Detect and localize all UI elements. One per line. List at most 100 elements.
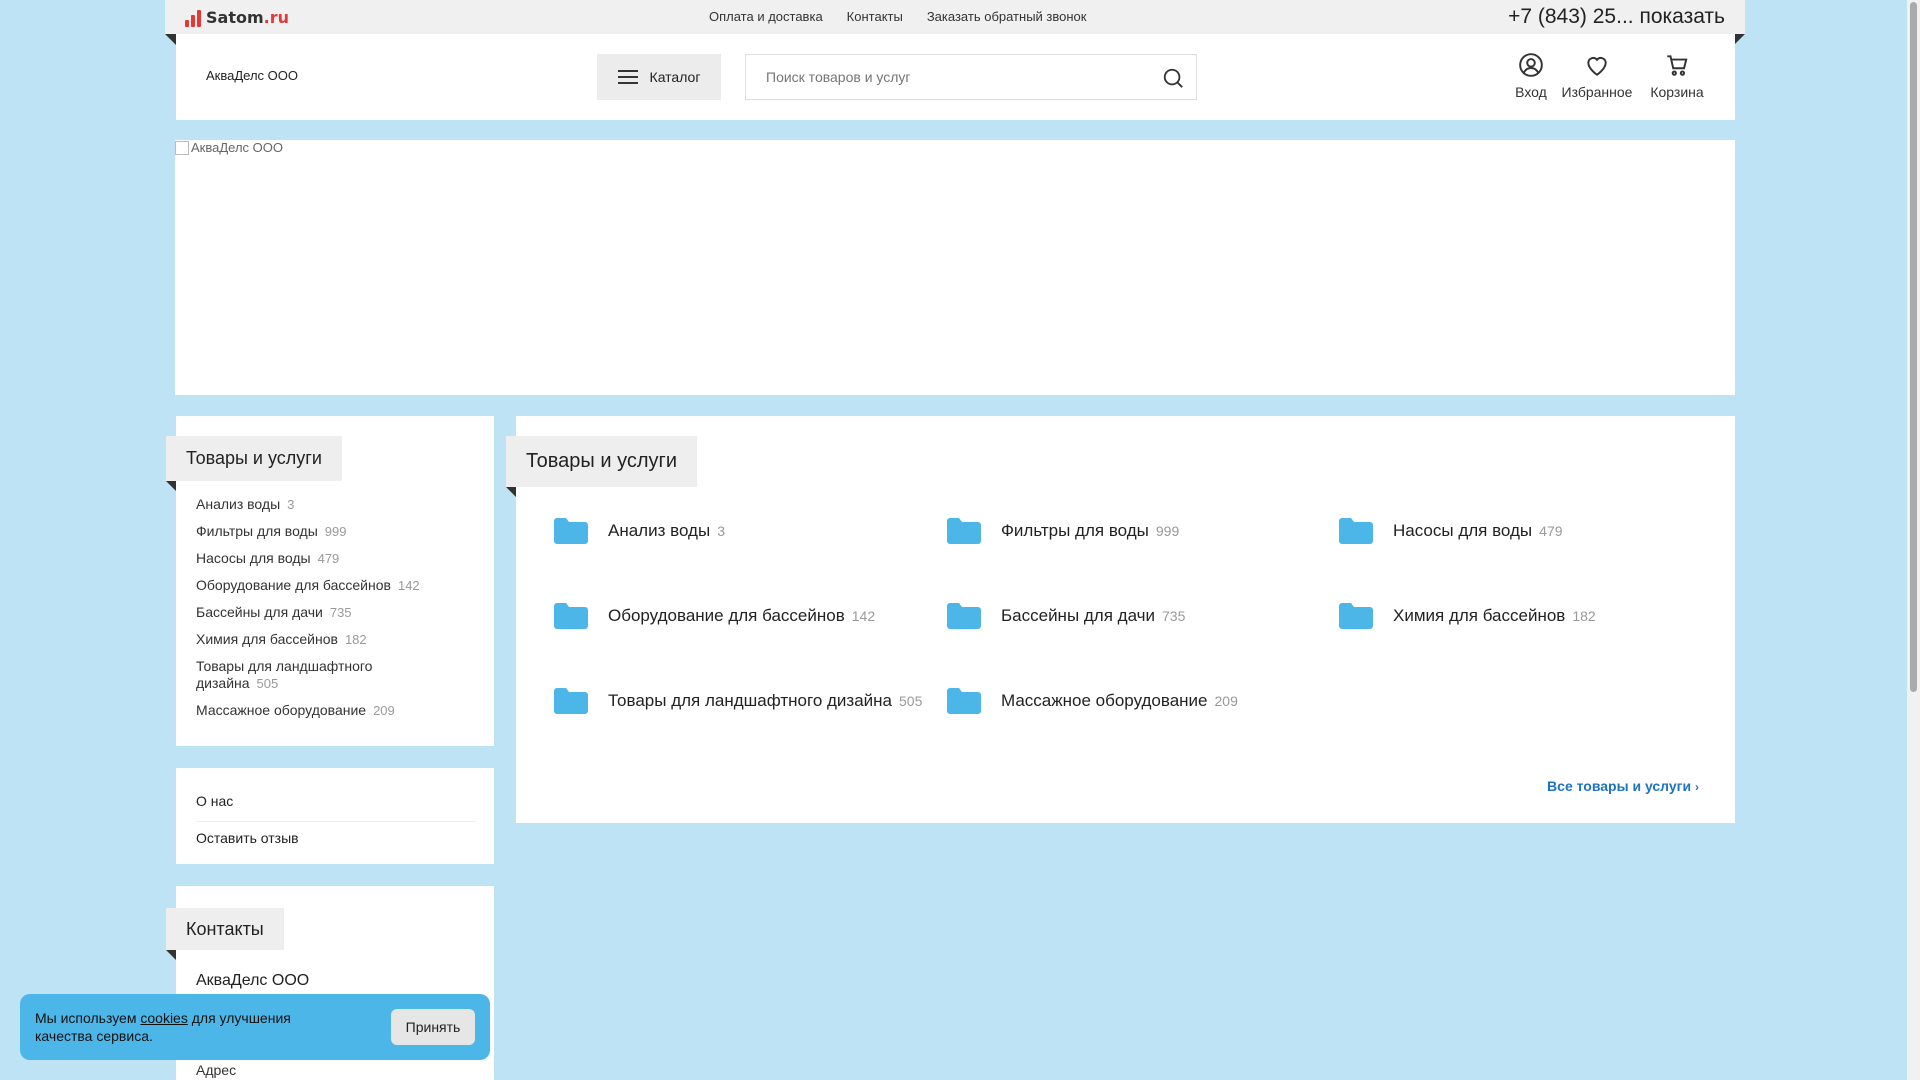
sidebar-category-item[interactable]: Оборудование для бассейнов 142: [196, 577, 426, 594]
heart-icon: [1587, 57, 1607, 76]
category-label: Анализ воды: [608, 521, 711, 540]
top-bar: Satom .ru Оплата и доставка Контакты Зака…: [165, 0, 1745, 34]
user-icon: [1519, 53, 1543, 77]
category-count: 209: [1214, 693, 1238, 709]
banner-image: АкваДелс ООО: [175, 140, 283, 155]
favorites-label: Избранное: [1561, 84, 1633, 100]
folder-icon: [1339, 518, 1373, 544]
folder-icon: [554, 688, 588, 714]
search-icon[interactable]: [1162, 67, 1184, 89]
scrollbar[interactable]: [1907, 0, 1920, 1080]
category-count: 999: [1155, 523, 1180, 539]
main-categories-panel: Товары и услуги Анализ воды 3 Фильтры для…: [506, 416, 1735, 823]
nav-contacts[interactable]: Контакты: [847, 9, 903, 24]
category-label: Товары для ландшафтного дизайна: [196, 658, 373, 691]
all-products-label: Все товары и услуги: [1547, 778, 1692, 794]
category-count: 999: [324, 524, 347, 539]
category-label: Товары для ландшафтного дизайна: [608, 691, 892, 710]
sidebar-links: О нас Оставить отзыв: [196, 785, 476, 858]
banner: АкваДелс ООО: [175, 140, 1735, 395]
company-name[interactable]: АкваДелс ООО: [206, 68, 298, 83]
chevron-right-icon: ›: [1695, 780, 1699, 794]
category-count: 479: [1539, 523, 1563, 539]
category-card[interactable]: Массажное оборудование 209: [947, 688, 1238, 714]
folder-icon: [554, 518, 588, 544]
category-count: 209: [373, 703, 395, 718]
category-label: Насосы для воды: [196, 550, 311, 566]
category-card[interactable]: Анализ воды 3: [554, 518, 725, 544]
category-label: Химия для бассейнов: [196, 631, 338, 647]
banner-alt-text: АкваДелс ООО: [191, 140, 283, 155]
category-card[interactable]: Фильтры для воды 999: [947, 518, 1179, 544]
category-card[interactable]: Насосы для воды 479: [1339, 518, 1563, 544]
catalog-button[interactable]: Каталог: [597, 54, 721, 100]
category-label: Насосы для воды: [1393, 521, 1533, 540]
corner-fold: [1734, 34, 1745, 45]
sidebar-category-item[interactable]: Бассейны для дачи 735: [196, 604, 426, 621]
category-count: 3: [717, 523, 725, 539]
cookies-link[interactable]: cookies: [140, 1010, 187, 1026]
category-card[interactable]: Товары для ландшафтного дизайна 505: [554, 688, 922, 714]
nav-callback[interactable]: Заказать обратный звонок: [927, 9, 1087, 24]
sidebar-category-item[interactable]: Насосы для воды 479: [196, 550, 426, 567]
phone-number[interactable]: +7 (843) 25... показать: [1508, 5, 1725, 29]
sidebar-category-item[interactable]: Товары для ландшафтного дизайна 505: [196, 658, 386, 692]
category-count: 142: [397, 578, 420, 593]
category-label: Бассейны для дачи: [1001, 606, 1156, 625]
cookie-text: Мы используем cookies для улучшения каче…: [35, 1009, 335, 1045]
category-label: Оборудование для бассейнов: [608, 606, 845, 625]
sidebar-links-panel: О нас Оставить отзыв: [176, 768, 494, 864]
category-count: 3: [287, 497, 295, 512]
category-count: 505: [256, 676, 279, 691]
sidebar-category-item[interactable]: Химия для бассейнов 182: [196, 631, 426, 648]
main-title-text: Товары и услуги: [526, 450, 677, 472]
folder-icon: [947, 688, 981, 714]
broken-image-icon: [175, 140, 189, 155]
category-count: 182: [1572, 608, 1596, 624]
cart-button[interactable]: Корзина: [1642, 52, 1712, 100]
category-card[interactable]: Химия для бассейнов 182: [1339, 603, 1596, 629]
category-count: 142: [851, 608, 876, 624]
contacts-company: АкваДелс ООО: [196, 972, 310, 989]
category-label: Фильтры для воды: [1001, 521, 1149, 540]
category-label: Массажное оборудование: [196, 702, 367, 718]
top-nav: Оплата и доставка Контакты Заказать обра…: [709, 9, 1086, 24]
sidebar-title: Товары и услуги: [166, 436, 342, 481]
catalog-label: Каталог: [649, 69, 701, 85]
favorites-button[interactable]: Избранное: [1552, 52, 1642, 100]
sidebar-category-item[interactable]: Анализ воды 3: [196, 496, 426, 513]
category-count: 735: [329, 605, 352, 620]
contacts-address-label: Адрес: [196, 1062, 237, 1078]
category-count: 182: [344, 632, 367, 647]
sidebar-title-text: Товары и услуги: [186, 448, 322, 468]
contacts-title-text: Контакты: [186, 919, 264, 939]
corner-fold: [166, 481, 176, 491]
category-label: Массажное оборудование: [1001, 691, 1208, 710]
category-count: 735: [1162, 608, 1186, 624]
search-input[interactable]: [746, 55, 1126, 99]
logo-bars-icon: [185, 9, 201, 27]
scrollbar-thumb[interactable]: [1910, 2, 1917, 692]
nav-payment-delivery[interactable]: Оплата и доставка: [709, 9, 823, 24]
category-count: 505: [899, 693, 923, 709]
about-link[interactable]: О нас: [196, 785, 476, 822]
satom-logo[interactable]: Satom .ru: [185, 8, 289, 27]
accept-cookies-button[interactable]: Принять: [391, 1009, 475, 1045]
category-label: Фильтры для воды: [196, 523, 318, 539]
category-label: Химия для бассейнов: [1393, 606, 1566, 625]
category-card[interactable]: Оборудование для бассейнов 142: [554, 603, 875, 629]
sidebar-category-item[interactable]: Фильтры для воды 999: [196, 523, 426, 540]
corner-fold: [165, 34, 176, 45]
sidebar-category-list: Анализ воды 3 Фильтры для воды 999 Насосы …: [196, 496, 426, 729]
folder-icon: [554, 603, 588, 629]
category-card[interactable]: Бассейны для дачи 735: [947, 603, 1185, 629]
all-products-link[interactable]: Все товары и услуги ›: [1547, 778, 1699, 794]
sidebar-category-item[interactable]: Массажное оборудование 209: [196, 702, 426, 719]
leave-review-link[interactable]: Оставить отзыв: [196, 822, 476, 858]
header: АкваДелс ООО Каталог Вход Избранное Корз…: [176, 34, 1735, 120]
login-label: Вход: [1515, 84, 1547, 100]
corner-fold: [166, 950, 176, 960]
category-count: 479: [317, 551, 340, 566]
cookie-text-before: Мы используем: [35, 1010, 141, 1026]
main-title: Товары и услуги: [506, 436, 697, 487]
